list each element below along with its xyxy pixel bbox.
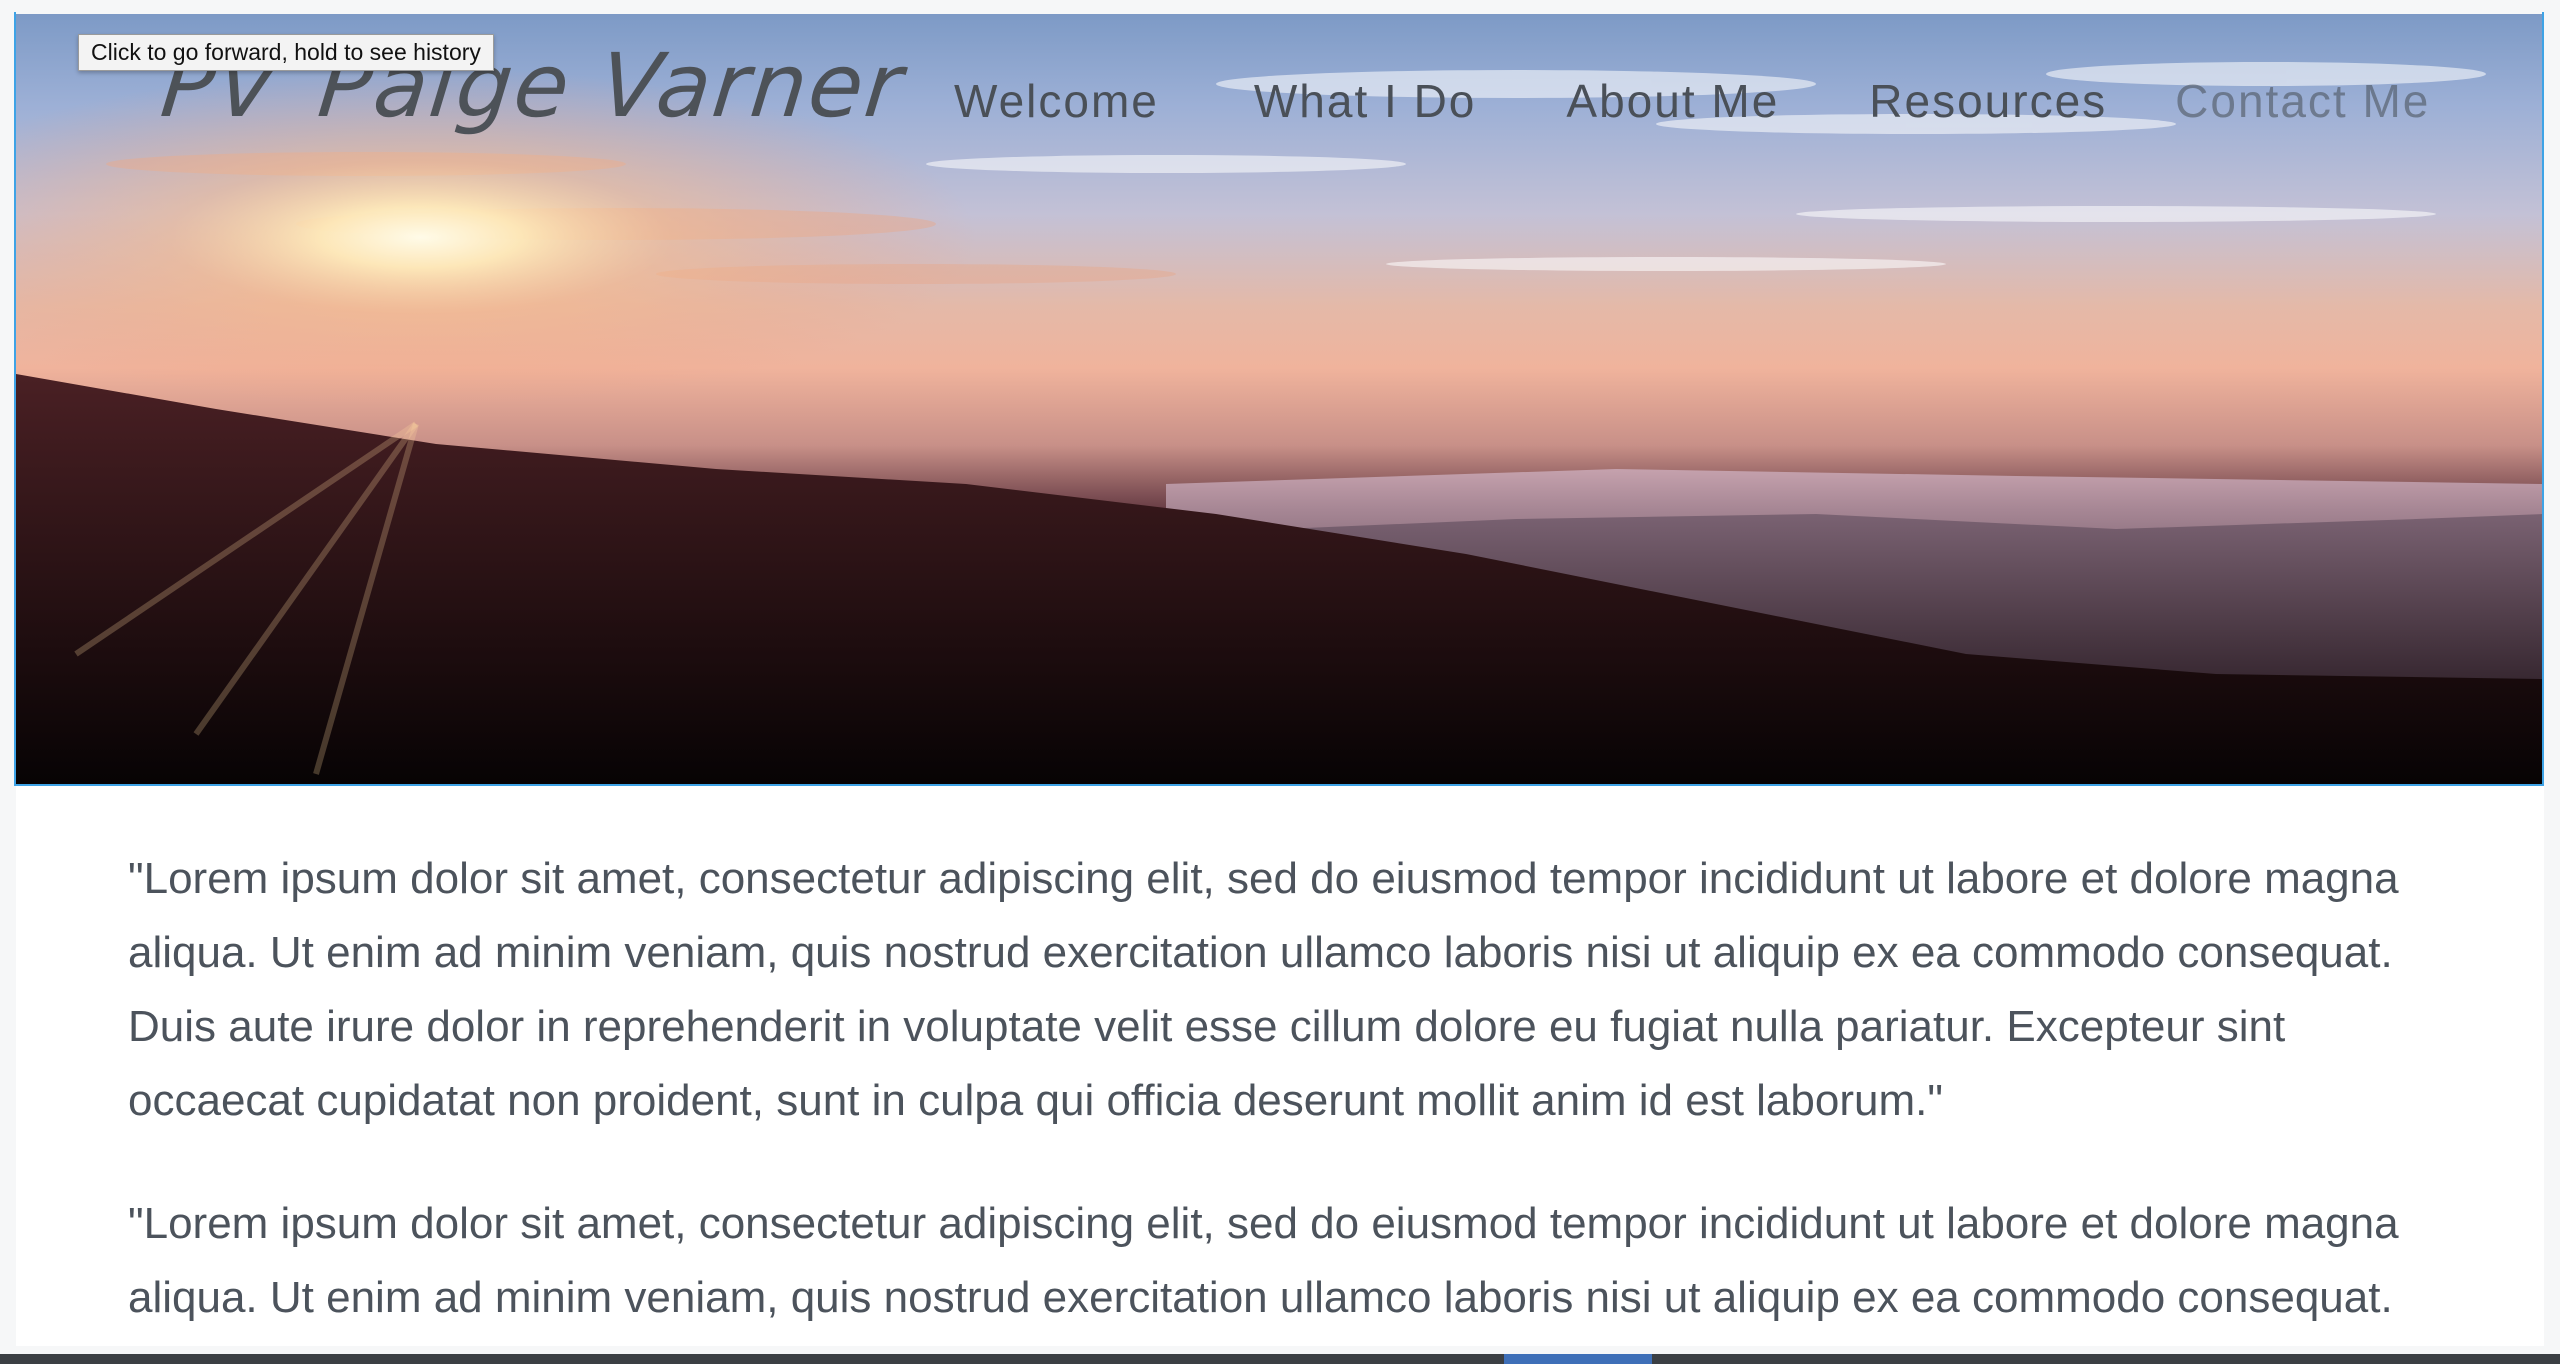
browser-page: PV Paige Varner Welcome What I Do About M…	[0, 0, 2560, 1364]
nav-contact-me[interactable]: Contact Me	[2175, 74, 2430, 128]
hero-banner: PV Paige Varner Welcome What I Do About M…	[16, 14, 2544, 784]
nav-welcome[interactable]: Welcome	[954, 74, 1159, 128]
content-paragraph-2: "Lorem ipsum dolor sit amet, consectetur…	[128, 1199, 2399, 1322]
forward-button-tooltip: Click to go forward, hold to see history	[78, 34, 494, 71]
nav-about-me[interactable]: About Me	[1566, 74, 1779, 128]
dock-item[interactable]	[1504, 1354, 1652, 1364]
nav-resources[interactable]: Resources	[1869, 74, 2107, 128]
main-navigation: Welcome What I Do About Me Resources Con…	[954, 74, 2430, 128]
content-paragraph-1: "Lorem ipsum dolor sit amet, consectetur…	[128, 854, 2399, 1125]
nav-what-i-do[interactable]: What I Do	[1254, 74, 1477, 128]
main-content: "Lorem ipsum dolor sit amet, consectetur…	[16, 786, 2544, 1346]
dock-strip	[0, 1354, 2560, 1364]
